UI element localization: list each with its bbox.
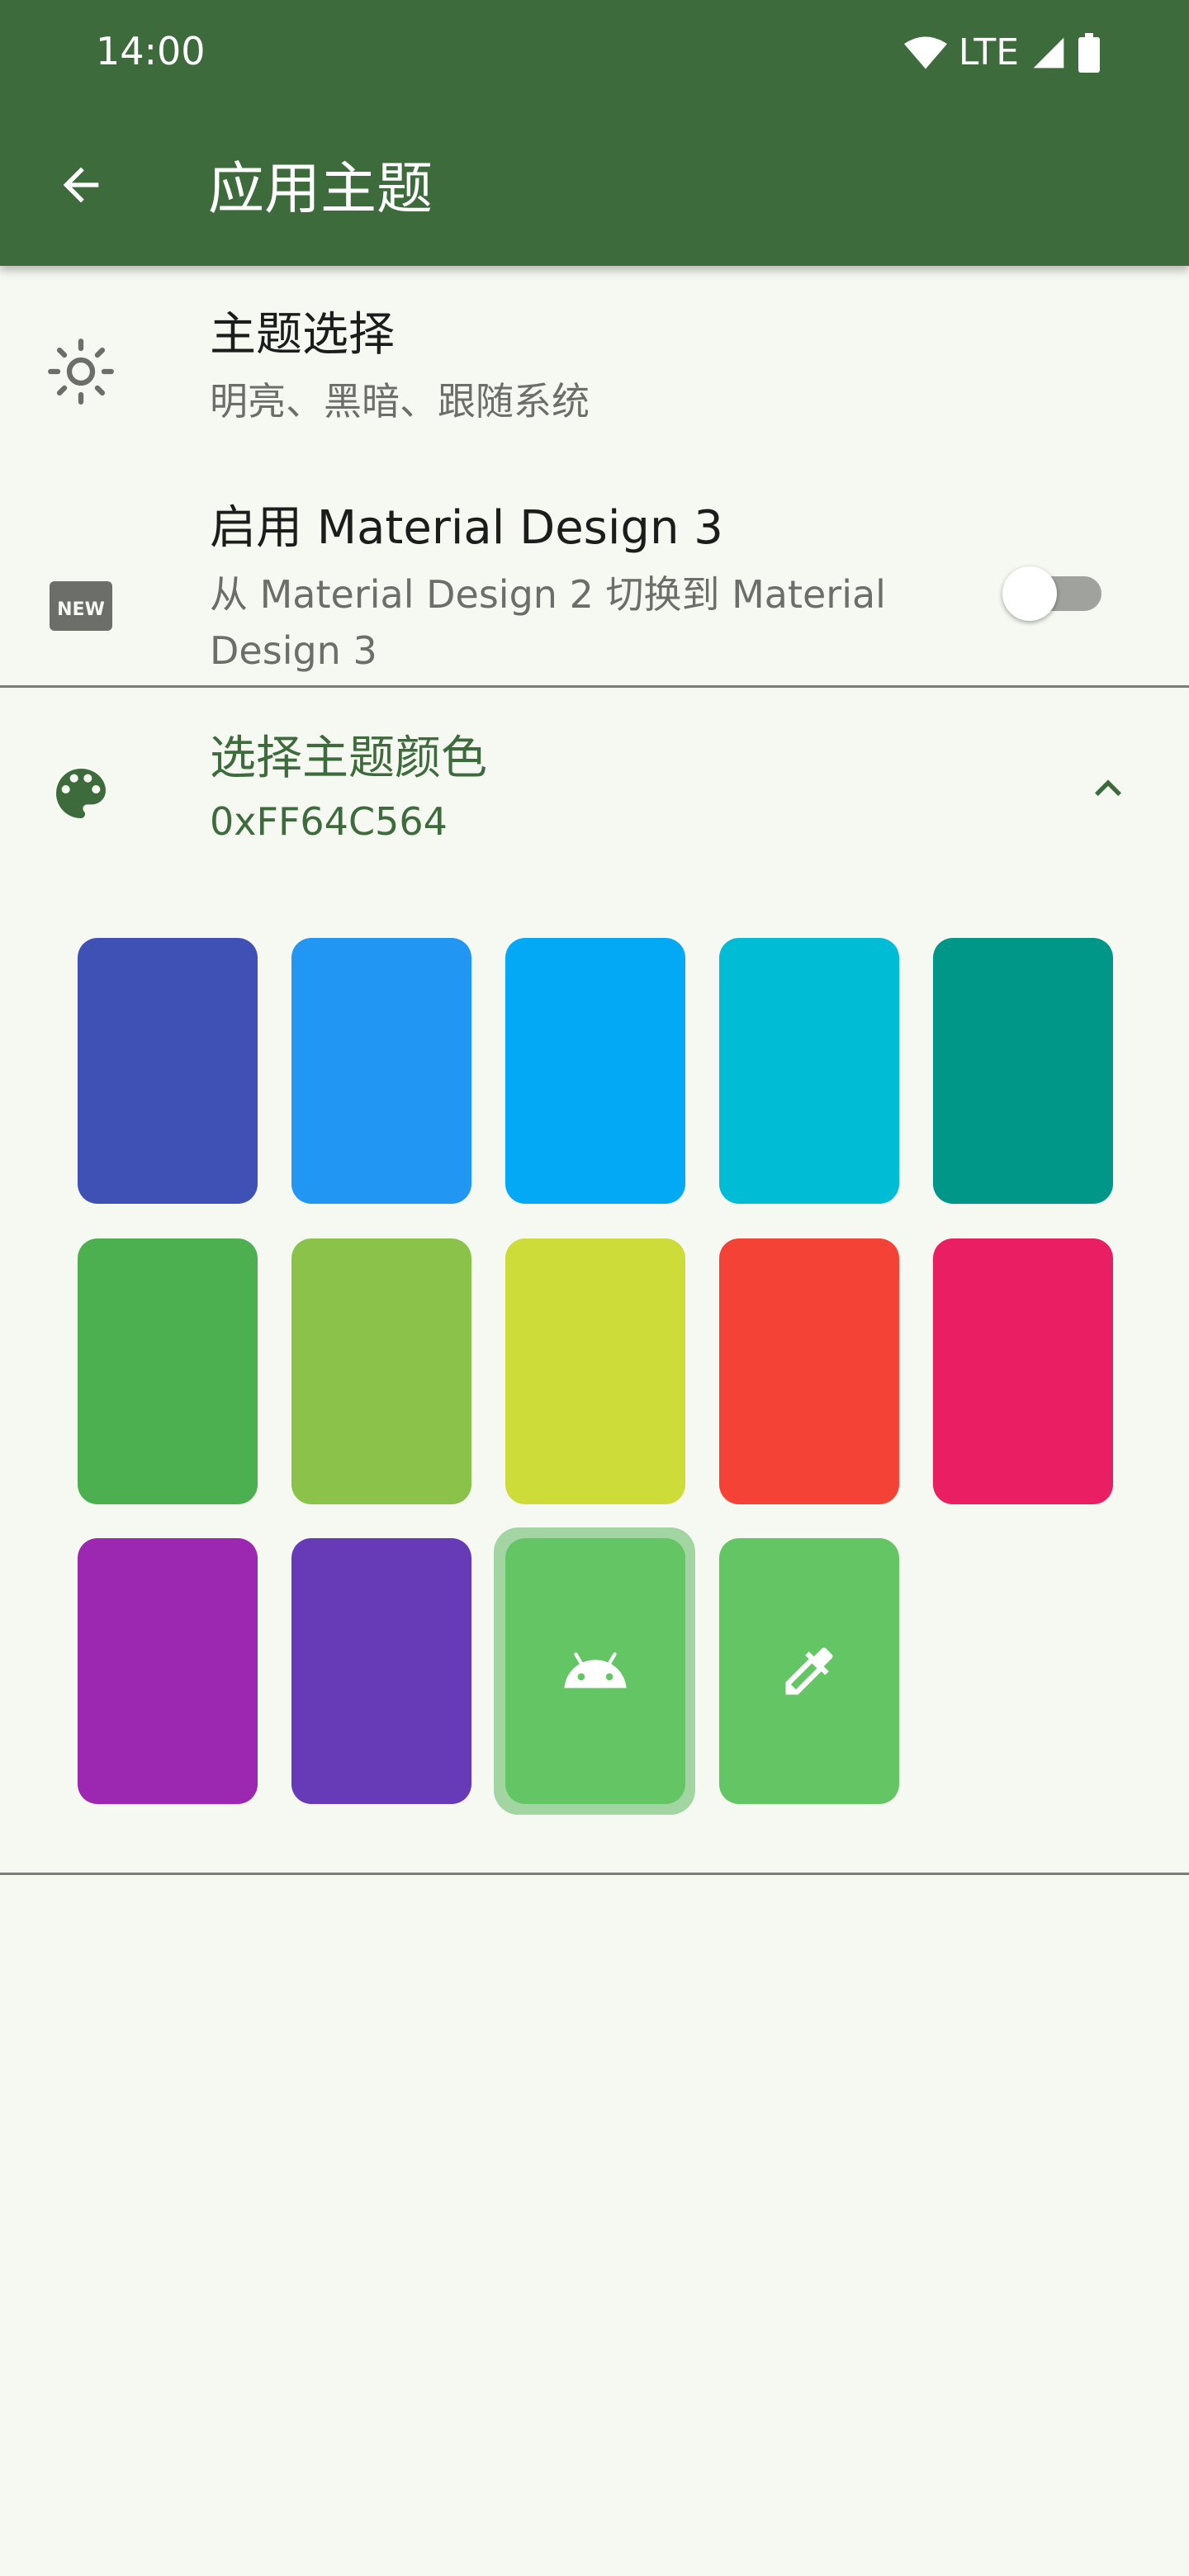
- color-swatch-pink[interactable]: [933, 1238, 1113, 1504]
- color-swatch-blue[interactable]: [291, 938, 471, 1204]
- color-swatch-light-green[interactable]: [291, 1238, 471, 1504]
- collapse-button[interactable]: [1075, 755, 1141, 822]
- theme-color-value: 0xFF64C564: [210, 799, 448, 844]
- color-swatch-cyan[interactable]: [719, 938, 899, 1204]
- status-icons: LTE: [903, 30, 1100, 76]
- arrow-back-icon: [63, 167, 99, 203]
- eyedropper-icon: [785, 1647, 833, 1695]
- color-swatch-custom-picker[interactable]: [719, 1538, 899, 1804]
- wifi-icon: [903, 36, 947, 69]
- material3-switch[interactable]: [1001, 560, 1111, 621]
- cell-signal-icon: [1033, 37, 1064, 69]
- status-time: 14:00: [96, 29, 206, 73]
- new-badge-icon: NEW: [50, 581, 112, 631]
- color-swatch-purple[interactable]: [78, 1538, 258, 1804]
- theme-color-title: 选择主题颜色: [210, 732, 487, 785]
- color-swatch-teal[interactable]: [933, 938, 1113, 1204]
- color-swatch-indigo[interactable]: [78, 938, 258, 1204]
- theme-color-row[interactable]: 选择主题颜色 0xFF64C564: [0, 688, 1189, 869]
- divider-bottom: [0, 1873, 1189, 1875]
- chevron-up-icon: [1095, 779, 1121, 797]
- app-bar: 14:00 LTE 应用主题: [0, 0, 1189, 266]
- theme-mode-subtitle: 明亮、黑暗、跟随系统: [210, 379, 590, 424]
- switch-thumb: [1002, 566, 1057, 621]
- network-type: LTE: [958, 31, 1019, 73]
- color-swatch-deep-purple[interactable]: [291, 1538, 471, 1804]
- material3-subtitle-line1: 从 Material Design 2 切换到 Material: [210, 572, 886, 617]
- color-swatch-red[interactable]: [719, 1238, 899, 1504]
- svg-text:NEW: NEW: [57, 599, 105, 620]
- page-title: 应用主题: [208, 157, 433, 222]
- theme-mode-title: 主题选择: [210, 308, 395, 362]
- back-button[interactable]: [41, 145, 121, 225]
- theme-mode-row[interactable]: 主题选择 明亮、黑暗、跟随系统: [0, 266, 1189, 456]
- color-swatch-system-dynamic[interactable]: [505, 1538, 685, 1804]
- material3-title: 启用 Material Design 3: [210, 501, 723, 555]
- color-swatch-green[interactable]: [78, 1238, 258, 1504]
- material3-subtitle-line2: Design 3: [210, 628, 377, 673]
- brightness-icon: [48, 339, 114, 405]
- color-swatch-lime[interactable]: [505, 1238, 685, 1504]
- palette-icon: [56, 769, 106, 818]
- android-icon: [564, 1652, 627, 1688]
- battery-icon: [1078, 33, 1100, 73]
- color-swatch-light-blue[interactable]: [505, 938, 685, 1204]
